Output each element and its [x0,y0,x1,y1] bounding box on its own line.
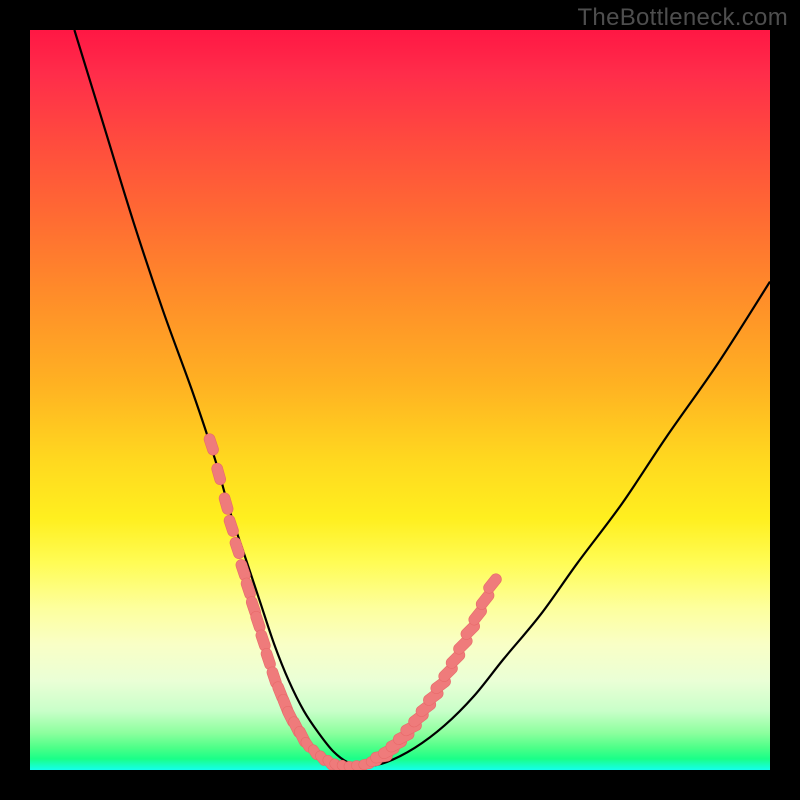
curve-markers-right [370,571,504,763]
curve-marker [218,492,235,516]
plot-area [30,30,770,770]
bottleneck-curve-svg [30,30,770,770]
curve-marker [210,462,227,486]
curve-marker [203,432,220,456]
curve-marker [223,514,240,538]
bottleneck-curve-line [74,30,770,766]
curve-marker [229,536,246,560]
watermark-text: TheBottleneck.com [577,4,788,32]
chart-frame: TheBottleneck.com [0,0,800,800]
curve-markers-bottom [299,735,383,770]
